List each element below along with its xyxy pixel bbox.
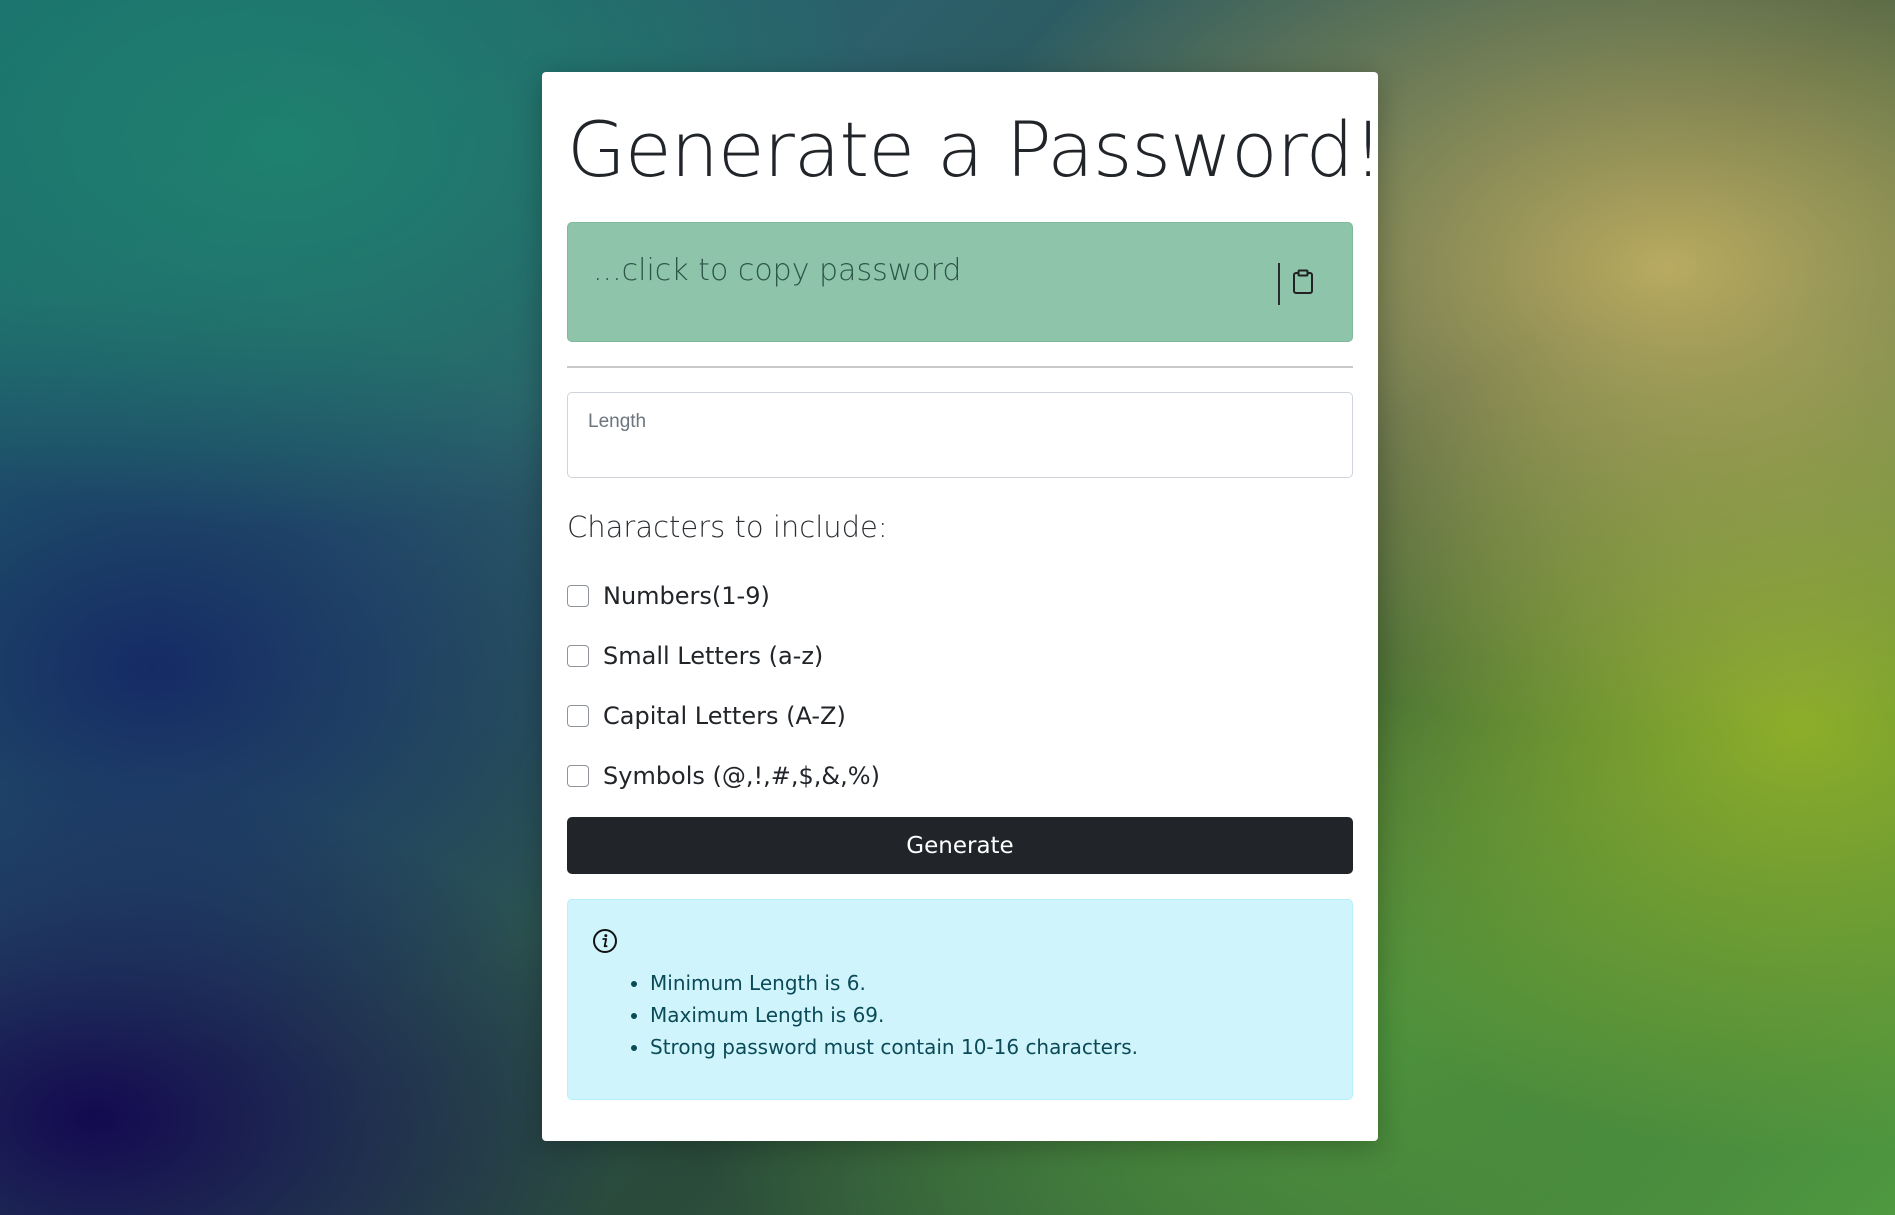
info-list: Minimum Length is 6. Maximum Length is 6…	[592, 967, 1328, 1063]
capital-letters-checkbox[interactable]	[567, 705, 589, 727]
small-letters-checkbox[interactable]	[567, 645, 589, 667]
copy-button[interactable]	[1278, 263, 1326, 305]
option-capital-letters[interactable]: Capital Letters (A-Z)	[567, 686, 1353, 746]
info-icon	[592, 929, 618, 958]
option-numbers[interactable]: Numbers(1-9)	[567, 566, 1353, 626]
info-item-max-length: Maximum Length is 69.	[650, 999, 1328, 1031]
divider	[567, 366, 1353, 368]
clipboard-icon	[1292, 269, 1314, 300]
numbers-label[interactable]: Numbers(1-9)	[603, 582, 770, 610]
length-label: Length	[588, 411, 647, 432]
option-symbols[interactable]: Symbols (@,!,#,$,&,%)	[567, 746, 1353, 806]
password-output[interactable]: ...click to copy password	[567, 222, 1353, 342]
option-small-letters[interactable]: Small Letters (a-z)	[567, 626, 1353, 686]
page-title: Generate a Password!	[567, 105, 1383, 194]
password-placeholder: ...click to copy password	[593, 253, 962, 288]
small-letters-label[interactable]: Small Letters (a-z)	[603, 642, 823, 670]
symbols-checkbox[interactable]	[567, 765, 589, 787]
info-item-min-length: Minimum Length is 6.	[650, 967, 1328, 999]
characters-heading: Characters to include:	[567, 510, 888, 544]
length-field[interactable]: Length	[567, 392, 1353, 478]
character-options: Numbers(1-9) Small Letters (a-z) Capital…	[567, 566, 1353, 806]
length-input[interactable]	[587, 435, 1333, 467]
info-alert: Minimum Length is 6. Maximum Length is 6…	[567, 899, 1353, 1100]
info-item-strong-password: Strong password must contain 10-16 chara…	[650, 1031, 1328, 1063]
password-generator-card: Generate a Password! ...click to copy pa…	[542, 72, 1383, 1141]
generate-button[interactable]: Generate	[567, 817, 1353, 874]
symbols-label[interactable]: Symbols (@,!,#,$,&,%)	[603, 762, 880, 790]
capital-letters-label[interactable]: Capital Letters (A-Z)	[603, 702, 846, 730]
numbers-checkbox[interactable]	[567, 585, 589, 607]
